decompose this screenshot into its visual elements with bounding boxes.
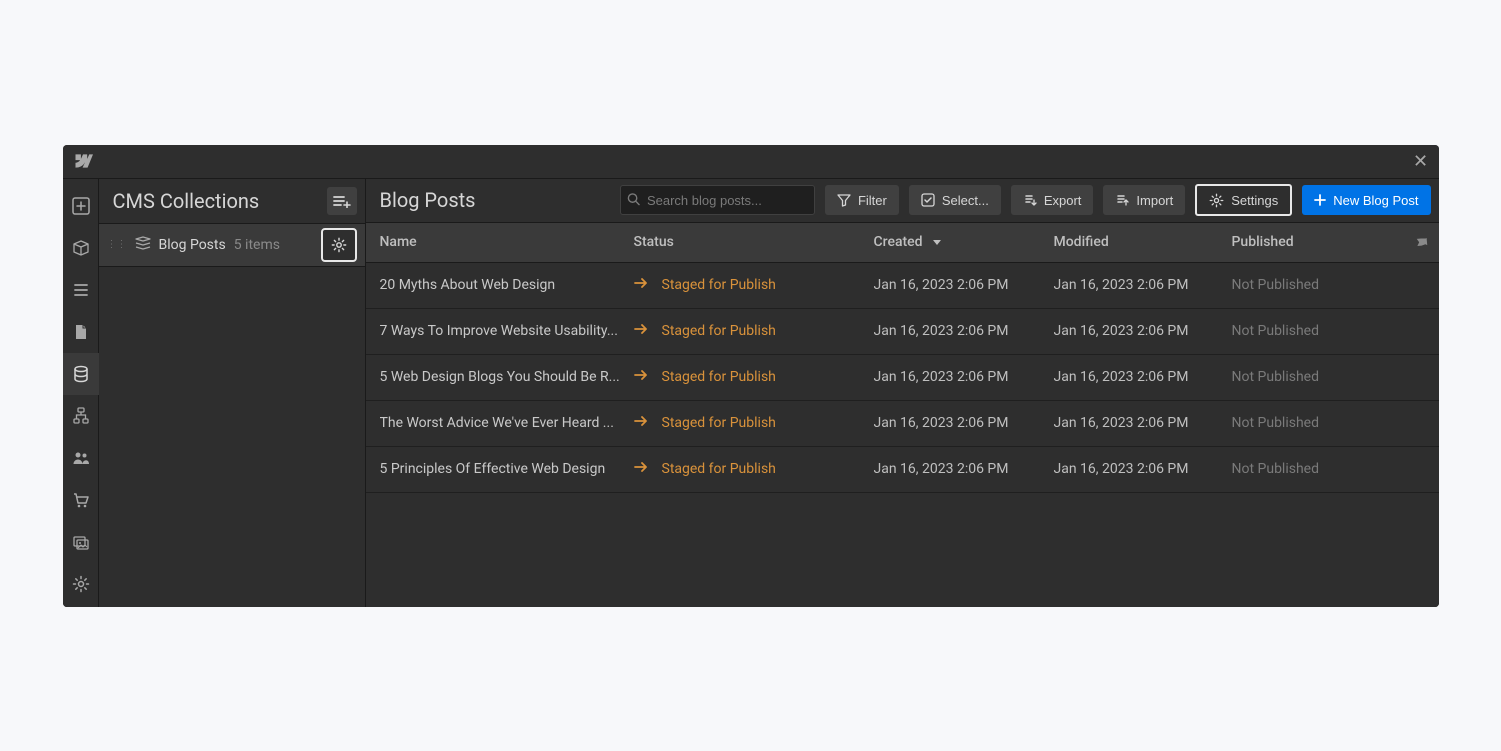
cell-status: Staged for Publish <box>634 277 874 293</box>
new-item-button[interactable]: New Blog Post <box>1302 185 1430 215</box>
cell-status: Staged for Publish <box>634 323 874 339</box>
users-icon[interactable] <box>63 437 99 479</box>
cell-name: 5 Principles Of Effective Web Design <box>380 461 634 477</box>
import-icon <box>1115 193 1129 207</box>
pin-column-button[interactable] <box>1405 235 1429 249</box>
arrow-right-icon <box>634 415 648 431</box>
pages-icon[interactable] <box>63 311 99 353</box>
cell-created: Jan 16, 2023 2:06 PM <box>874 369 1054 385</box>
cell-created: Jan 16, 2023 2:06 PM <box>874 415 1054 431</box>
logic-icon[interactable] <box>63 395 99 437</box>
gear-icon <box>331 237 347 253</box>
cms-panel: ✕ <box>63 145 1439 607</box>
table-header: Name Status Created Modified Published <box>366 223 1439 263</box>
add-element-icon[interactable] <box>63 185 99 227</box>
gear-icon <box>1209 193 1224 208</box>
search-wrap <box>620 185 815 215</box>
settings-rail-icon[interactable] <box>63 563 99 605</box>
cell-published: Not Published <box>1232 323 1405 339</box>
cell-published: Not Published <box>1232 415 1405 431</box>
export-button[interactable]: Export <box>1011 185 1094 215</box>
table-row[interactable]: 5 Principles Of Effective Web DesignStag… <box>366 447 1439 493</box>
collection-name: Blog Posts <box>159 237 226 253</box>
cell-modified: Jan 16, 2023 2:06 PM <box>1054 277 1232 293</box>
webflow-logo-icon <box>73 154 93 168</box>
components-icon[interactable] <box>63 227 99 269</box>
column-status[interactable]: Status <box>634 234 874 250</box>
main-panel: Blog Posts Filter Select... <box>366 179 1439 607</box>
collections-sidebar: CMS Collections ⋮⋮ Blog Posts 5 items <box>99 179 366 607</box>
select-button[interactable]: Select... <box>909 185 1001 215</box>
main-toolbar: Blog Posts Filter Select... <box>366 179 1439 223</box>
cell-created: Jan 16, 2023 2:06 PM <box>874 461 1054 477</box>
close-icon[interactable]: ✕ <box>1411 151 1431 172</box>
cell-created: Jan 16, 2023 2:06 PM <box>874 277 1054 293</box>
collection-item-blog-posts[interactable]: ⋮⋮ Blog Posts 5 items <box>99 223 365 267</box>
cell-status: Staged for Publish <box>634 461 874 477</box>
search-icon <box>627 191 640 210</box>
column-published[interactable]: Published <box>1232 234 1405 250</box>
stack-plus-icon <box>333 194 351 208</box>
left-nav-rail <box>63 179 99 607</box>
column-created[interactable]: Created <box>874 234 1054 250</box>
table-body: 20 Myths About Web DesignStaged for Publ… <box>366 263 1439 493</box>
settings-button[interactable]: Settings <box>1195 184 1292 216</box>
navigator-icon[interactable] <box>63 269 99 311</box>
cell-modified: Jan 16, 2023 2:06 PM <box>1054 369 1232 385</box>
table-row[interactable]: 7 Ways To Improve Website Usability...St… <box>366 309 1439 355</box>
arrow-right-icon <box>634 323 648 339</box>
assets-icon[interactable] <box>63 521 99 563</box>
column-modified[interactable]: Modified <box>1054 234 1232 250</box>
checkbox-icon <box>921 193 935 207</box>
cms-icon[interactable] <box>63 353 99 395</box>
column-name[interactable]: Name <box>380 234 634 250</box>
collection-count: 5 items <box>234 237 280 253</box>
cell-published: Not Published <box>1232 461 1405 477</box>
filter-icon <box>837 193 851 207</box>
ecommerce-icon[interactable] <box>63 479 99 521</box>
cell-modified: Jan 16, 2023 2:06 PM <box>1054 323 1232 339</box>
plus-icon <box>1314 194 1326 206</box>
search-input[interactable] <box>620 185 815 215</box>
arrow-right-icon <box>634 277 648 293</box>
cell-modified: Jan 16, 2023 2:06 PM <box>1054 461 1232 477</box>
sort-desc-icon <box>933 240 941 245</box>
export-icon <box>1023 193 1037 207</box>
add-collection-button[interactable] <box>327 187 357 215</box>
cell-name: The Worst Advice We've Ever Heard ... <box>380 415 634 431</box>
collections-header: CMS Collections <box>99 179 365 223</box>
cell-published: Not Published <box>1232 277 1405 293</box>
cell-published: Not Published <box>1232 369 1405 385</box>
cell-status: Staged for Publish <box>634 369 874 385</box>
pin-icon <box>1415 235 1429 249</box>
cell-name: 20 Myths About Web Design <box>380 277 634 293</box>
cell-created: Jan 16, 2023 2:06 PM <box>874 323 1054 339</box>
page-title: Blog Posts <box>380 188 476 212</box>
table-row[interactable]: 5 Web Design Blogs You Should Be R...Sta… <box>366 355 1439 401</box>
cell-modified: Jan 16, 2023 2:06 PM <box>1054 415 1232 431</box>
arrow-right-icon <box>634 369 648 385</box>
stack-icon <box>135 235 151 254</box>
table-row[interactable]: The Worst Advice We've Ever Heard ...Sta… <box>366 401 1439 447</box>
table-row[interactable]: 20 Myths About Web DesignStaged for Publ… <box>366 263 1439 309</box>
top-bar: ✕ <box>63 145 1439 179</box>
cell-status: Staged for Publish <box>634 415 874 431</box>
cell-name: 5 Web Design Blogs You Should Be R... <box>380 369 634 385</box>
drag-handle-icon[interactable]: ⋮⋮ <box>107 243 127 247</box>
filter-button[interactable]: Filter <box>825 185 899 215</box>
cell-name: 7 Ways To Improve Website Usability... <box>380 323 634 339</box>
import-button[interactable]: Import <box>1103 185 1185 215</box>
collections-title: CMS Collections <box>113 189 260 213</box>
collection-settings-button[interactable] <box>321 228 357 262</box>
arrow-right-icon <box>634 461 648 477</box>
